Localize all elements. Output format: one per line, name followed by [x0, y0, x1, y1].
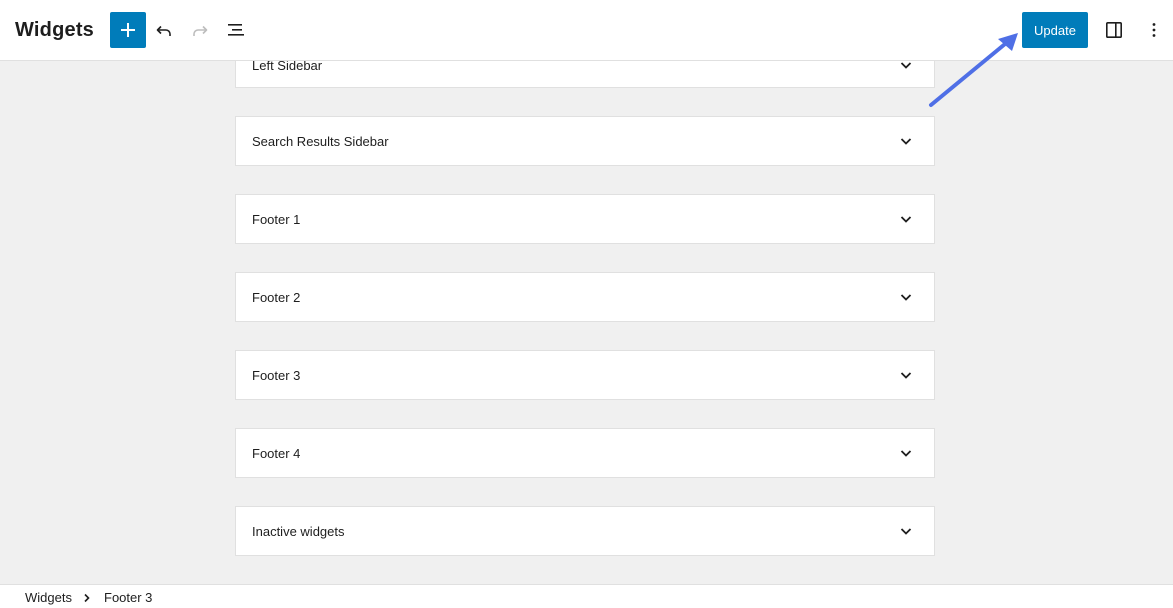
panel-label: Footer 2	[252, 290, 301, 305]
list-view-icon	[228, 24, 244, 36]
widget-area-footer-4[interactable]: Footer 4	[235, 428, 935, 478]
chevron-down-icon	[896, 209, 916, 229]
add-block-button[interactable]	[110, 12, 146, 48]
page-title: Widgets	[15, 19, 94, 41]
top-toolbar: Widgets Update	[0, 0, 1173, 61]
panel-label: Footer 4	[252, 446, 301, 461]
panel-label: Footer 1	[252, 212, 301, 227]
options-menu-button[interactable]	[1136, 12, 1172, 48]
list-view-button[interactable]	[218, 12, 254, 48]
more-vertical-icon	[1152, 23, 1156, 37]
widget-area-footer-1[interactable]: Footer 1	[235, 194, 935, 244]
chevron-down-icon	[896, 131, 916, 151]
redo-button[interactable]	[182, 12, 218, 48]
sidebar-toggle-icon	[1106, 22, 1122, 38]
panel-label: Search Results Sidebar	[252, 134, 389, 149]
block-breadcrumb: Widgets Footer 3	[0, 584, 1173, 608]
redo-icon	[193, 25, 208, 36]
widget-area-footer-2[interactable]: Footer 2	[235, 272, 935, 322]
breadcrumb-item-widgets[interactable]: Widgets	[25, 590, 72, 605]
chevron-down-icon	[896, 521, 916, 541]
undo-icon	[156, 25, 171, 36]
widget-area-search-results-sidebar[interactable]: Search Results Sidebar	[235, 116, 935, 166]
chevron-down-icon	[896, 443, 916, 463]
widget-area-footer-3[interactable]: Footer 3	[235, 350, 935, 400]
update-button[interactable]: Update	[1022, 12, 1088, 48]
chevron-down-icon	[896, 365, 916, 385]
breadcrumb-item-current[interactable]: Footer 3	[104, 590, 152, 605]
widget-area-inactive-widgets[interactable]: Inactive widgets	[235, 506, 935, 556]
panel-label: Footer 3	[252, 368, 301, 383]
plus-icon	[121, 23, 135, 37]
panel-label: Inactive widgets	[252, 524, 345, 539]
undo-button[interactable]	[146, 12, 182, 48]
settings-sidebar-toggle[interactable]	[1096, 12, 1132, 48]
chevron-right-icon	[82, 591, 92, 603]
chevron-down-icon	[896, 287, 916, 307]
